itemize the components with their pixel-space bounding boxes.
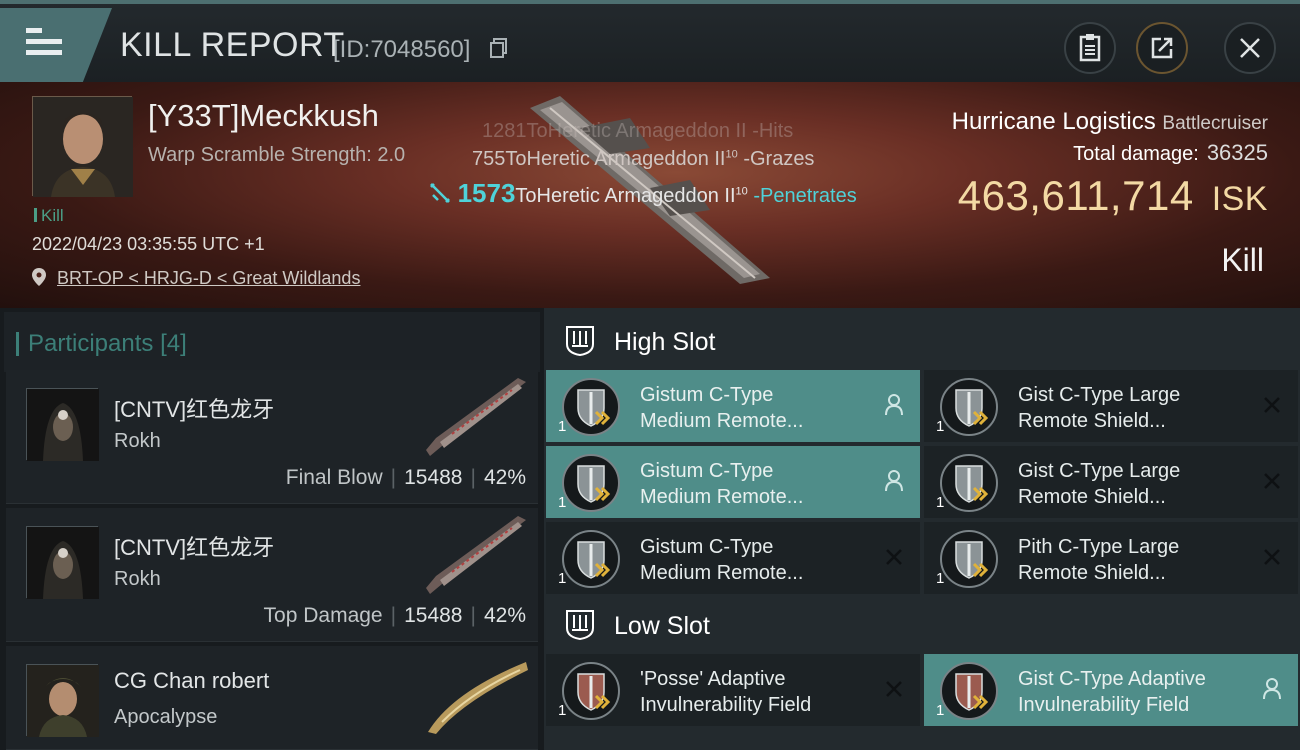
page-title: KILL REPORT bbox=[120, 26, 345, 64]
module-icon bbox=[562, 378, 620, 436]
participant-name: [CNTV]红色龙牙 bbox=[114, 397, 275, 422]
high-slot-header: High Slot bbox=[544, 310, 1300, 372]
weapon-icon bbox=[430, 183, 450, 203]
participants-header: Participants [4] bbox=[4, 312, 540, 372]
participant-row[interactable]: CG Chan robert Apocalypse bbox=[6, 646, 538, 750]
module-name: Pith C-Type Large Remote Shield... bbox=[1018, 536, 1180, 584]
pilot-icon bbox=[885, 394, 903, 416]
participant-name: CG Chan robert bbox=[114, 668, 270, 693]
participant-ship-image bbox=[428, 662, 528, 734]
victim-avatar[interactable] bbox=[32, 96, 133, 197]
fitting-module[interactable]: 1 Gistum C-Type Medium Remote... bbox=[546, 522, 920, 594]
participant-row[interactable]: [CNTV]红色龙牙 Rokh Top Damage | 15488 | 42% bbox=[6, 508, 538, 642]
fitting-module[interactable]: 1 Gistum C-Type Medium Remote... bbox=[546, 446, 920, 518]
menu-button[interactable] bbox=[0, 8, 112, 82]
close-icon bbox=[1264, 397, 1280, 413]
clipboard-button[interactable] bbox=[1064, 22, 1116, 74]
fitting-module[interactable]: 1 Gist C-Type Adaptive Invulnerability Fie… bbox=[924, 654, 1298, 726]
close-icon bbox=[886, 681, 902, 697]
low-slot-icon bbox=[566, 610, 594, 640]
low-slot-header: Low Slot bbox=[544, 594, 1300, 656]
kill-datetime: 2022/04/23 03:35:55 UTC +1 bbox=[32, 234, 265, 254]
hit-line: 755ToHeretic Armageddon II10 -Grazes bbox=[472, 148, 815, 170]
clipboard-icon bbox=[1079, 34, 1101, 62]
close-icon bbox=[1240, 38, 1260, 58]
module-name: Gist C-Type Large Remote Shield... bbox=[1018, 460, 1181, 508]
fitting-module[interactable]: 1 'Posse' Adaptive Invulnerability Field bbox=[546, 654, 920, 726]
module-icon bbox=[940, 530, 998, 588]
module-icon bbox=[940, 378, 998, 436]
participant-row[interactable]: [CNTV]红色龙牙 Rokh Final Blow | 15488 | 42% bbox=[6, 370, 538, 504]
hit-line: 1573ToHeretic Armageddon II10 -Penetrate… bbox=[428, 178, 857, 209]
fitting-panel: High Slot 1 Gistum C-Type Medium Remote...… bbox=[544, 308, 1300, 750]
fitting-module[interactable]: 1 Gistum C-Type Medium Remote... bbox=[546, 370, 920, 442]
location-link[interactable]: BRT-OP < HRJG-D < Great Wildlands bbox=[57, 268, 360, 288]
module-icon bbox=[940, 662, 998, 720]
module-icon bbox=[562, 662, 620, 720]
participant-avatar bbox=[26, 388, 99, 461]
module-icon bbox=[562, 454, 620, 512]
share-icon bbox=[1151, 37, 1173, 59]
kill-tag: Kill bbox=[34, 206, 64, 226]
location-pin-icon bbox=[32, 268, 46, 286]
victim-ship-name: Hurricane Logistics bbox=[951, 108, 1156, 135]
participant-ship: Apocalypse bbox=[114, 706, 218, 728]
victim-banner: [Y33T]Meckkush Warp Scramble Strength: 2… bbox=[0, 82, 1300, 308]
victim-ship[interactable]: Hurricane Logistics Battlecruiser bbox=[952, 108, 1268, 136]
participant-ship: Rokh bbox=[114, 568, 161, 590]
participant-avatar bbox=[26, 664, 99, 737]
fitting-module[interactable]: 1 Gist C-Type Large Remote Shield... bbox=[924, 370, 1298, 442]
victim-pilot-name[interactable]: [Y33T]Meckkush bbox=[148, 98, 379, 134]
hit-line: 1281ToHeretic Armageddon II -Hits bbox=[482, 120, 794, 142]
close-icon bbox=[1264, 549, 1280, 565]
copy-icon[interactable] bbox=[490, 38, 508, 58]
pilot-icon bbox=[1263, 678, 1281, 700]
participant-name: [CNTV]红色龙牙 bbox=[114, 535, 275, 560]
close-icon bbox=[1264, 473, 1280, 489]
kill-location[interactable]: BRT-OP < HRJG-D < Great Wildlands bbox=[32, 268, 360, 289]
module-name: Gist C-Type Large Remote Shield... bbox=[1018, 384, 1181, 432]
module-name: Gistum C-Type Medium Remote... bbox=[640, 536, 804, 584]
module-icon bbox=[562, 530, 620, 588]
victim-ship-class: Battlecruiser bbox=[1162, 113, 1268, 134]
fitting-module[interactable]: 1 Pith C-Type Large Remote Shield... bbox=[924, 522, 1298, 594]
participant-avatar bbox=[26, 526, 99, 599]
close-button[interactable] bbox=[1224, 22, 1276, 74]
close-icon bbox=[886, 549, 902, 565]
result-label: Kill bbox=[1221, 242, 1264, 278]
fitting-module[interactable]: 1 Gist C-Type Large Remote Shield... bbox=[924, 446, 1298, 518]
high-slot-icon bbox=[566, 326, 594, 356]
top-bar: KILL REPORT [ID:7048560] bbox=[0, 0, 1300, 82]
module-name: 'Posse' Adaptive Invulnerability Field bbox=[640, 668, 812, 716]
participant-ship-image bbox=[426, 378, 526, 456]
module-name: Gistum C-Type Medium Remote... bbox=[640, 460, 804, 508]
participant-ship: Rokh bbox=[114, 430, 161, 452]
participants-panel: Participants [4] [CNTV]红色龙牙 Rokh Final B… bbox=[0, 308, 544, 750]
warp-scramble-strength: Warp Scramble Strength: 2.0 bbox=[148, 144, 406, 166]
module-icon bbox=[940, 454, 998, 512]
module-name: Gist C-Type Adaptive Invulnerability Fiel… bbox=[1018, 668, 1206, 716]
participant-ship-image bbox=[426, 516, 526, 594]
hamburger-icon bbox=[26, 28, 62, 56]
pilot-portrait-icon bbox=[33, 97, 133, 197]
module-name: Gistum C-Type Medium Remote... bbox=[640, 384, 804, 432]
total-damage: Total damage: 36325 bbox=[1073, 140, 1268, 165]
share-button[interactable] bbox=[1136, 22, 1188, 74]
pilot-icon bbox=[885, 470, 903, 492]
participant-stats: Final Blow | 15488 | 42% bbox=[285, 466, 526, 489]
kill-id: [ID:7048560] bbox=[333, 36, 471, 63]
isk-value: 463,611,714 ISK bbox=[957, 172, 1268, 219]
participant-stats: Top Damage | 15488 | 42% bbox=[263, 604, 526, 627]
